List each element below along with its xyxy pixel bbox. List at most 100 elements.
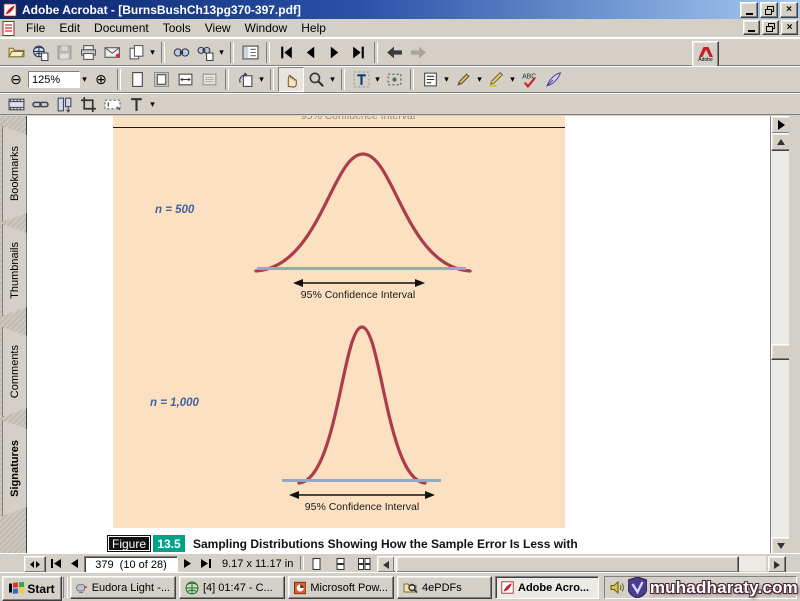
zoom-in-icon: ⊕: [95, 71, 107, 88]
touchup-dropdown-arrow[interactable]: ▾: [148, 99, 157, 110]
menu-view[interactable]: View: [198, 20, 238, 36]
crop-tool-button[interactable]: [76, 93, 100, 116]
page-indicator-box[interactable]: 379 (10 of 28): [84, 556, 178, 573]
pane-splitter-handle[interactable]: [24, 556, 46, 573]
vertical-scrollbar[interactable]: [771, 116, 789, 553]
splitter-arrows-icon: [30, 561, 40, 568]
graphics-select-button[interactable]: [382, 68, 406, 91]
highlight-dropdown-arrow[interactable]: ▾: [508, 74, 517, 85]
horizontal-scroll-thumb[interactable]: [396, 556, 739, 573]
start-button[interactable]: Start: [2, 576, 62, 601]
task-powerpoint[interactable]: Microsoft Pow...: [288, 576, 394, 599]
previous-page-button[interactable]: [298, 41, 322, 64]
touchup-text-button[interactable]: [124, 93, 148, 116]
menu-help[interactable]: Help: [294, 20, 333, 36]
find-button[interactable]: [169, 41, 193, 64]
task-4epdfs[interactable]: 4ePDFs: [397, 576, 492, 599]
fit-in-window-button[interactable]: [149, 68, 173, 91]
open-web-page-button[interactable]: [28, 41, 52, 64]
continuous-layout-button[interactable]: [330, 556, 350, 571]
restore-button[interactable]: [760, 2, 778, 18]
tab-signatures[interactable]: Signatures: [2, 420, 27, 516]
doc-close-button[interactable]: ×: [781, 20, 798, 35]
zoom-out-button[interactable]: ⊖: [4, 68, 28, 91]
tab-thumbnails[interactable]: Thumbnails: [2, 224, 27, 316]
text-select-button[interactable]: [349, 68, 373, 91]
first-page-button[interactable]: [274, 41, 298, 64]
speaker-icon[interactable]: [610, 581, 624, 594]
save-button[interactable]: [52, 41, 76, 64]
spell-check-button[interactable]: ABC: [517, 68, 541, 91]
single-page-layout-button[interactable]: [306, 556, 326, 571]
status-next-page-button[interactable]: [179, 556, 196, 571]
pencil-tool-button[interactable]: [451, 68, 475, 91]
fit-visible-button[interactable]: [197, 68, 221, 91]
digital-signature-button[interactable]: [541, 68, 565, 91]
menu-window[interactable]: Window: [238, 20, 295, 36]
tab-bookmarks[interactable]: Bookmarks: [2, 126, 27, 222]
print-button[interactable]: [76, 41, 100, 64]
continuous-facing-layout-button[interactable]: [354, 556, 374, 571]
doc-restore-button[interactable]: [762, 20, 779, 35]
link-tool-button[interactable]: [28, 93, 52, 116]
scroll-down-button[interactable]: [771, 537, 791, 553]
zoom-tool-button[interactable]: [304, 68, 328, 91]
zoom-dropdown-arrow[interactable]: ▾: [80, 74, 89, 85]
document-pages-button[interactable]: [124, 41, 148, 64]
next-view-button[interactable]: [406, 41, 430, 64]
touchup-text-icon: [128, 96, 145, 113]
pencil-dropdown-arrow[interactable]: ▾: [475, 74, 484, 85]
scroll-up-button[interactable]: [771, 133, 791, 151]
navigation-tab-strip: Bookmarks Thumbnails Comments Signatures: [0, 116, 27, 553]
next-page-button[interactable]: [322, 41, 346, 64]
movie-tool-button[interactable]: [4, 93, 28, 116]
minimize-button[interactable]: [740, 2, 758, 18]
search-button[interactable]: [193, 41, 217, 64]
article-tool-button[interactable]: [52, 93, 76, 116]
adobe-online-button[interactable]: Adobe: [692, 41, 719, 68]
hscroll-right-button[interactable]: [768, 556, 786, 573]
pages-dropdown-arrow[interactable]: ▾: [148, 47, 157, 58]
task-eudora[interactable]: Eudora Light -...: [70, 576, 176, 599]
last-page-button[interactable]: [346, 41, 370, 64]
zoom-tool-dropdown-arrow[interactable]: ▾: [328, 74, 337, 85]
pdf-document-icon[interactable]: [2, 21, 15, 36]
text-select-dropdown-arrow[interactable]: ▾: [373, 74, 382, 85]
hscroll-left-button[interactable]: [377, 556, 395, 573]
open-button[interactable]: [4, 41, 28, 64]
zoom-level-input[interactable]: [28, 71, 80, 88]
close-button[interactable]: ×: [780, 2, 798, 18]
pane-arrow-button[interactable]: [771, 116, 791, 134]
form-tool-button[interactable]: [100, 93, 124, 116]
horizontal-scrollbar[interactable]: [394, 556, 766, 571]
search-dropdown-arrow[interactable]: ▾: [217, 47, 226, 58]
highlight-tool-button[interactable]: [484, 68, 508, 91]
navigation-pane-button[interactable]: [238, 41, 262, 64]
previous-view-button[interactable]: [382, 41, 406, 64]
status-first-page-button[interactable]: [47, 556, 64, 571]
fit-width-button[interactable]: [173, 68, 197, 91]
menu-file[interactable]: File: [19, 20, 52, 36]
menu-tools[interactable]: Tools: [156, 20, 198, 36]
fit-visible-icon: [201, 71, 218, 88]
hand-tool-button[interactable]: [278, 67, 304, 92]
zoom-in-button[interactable]: ⊕: [89, 68, 113, 91]
status-last-page-button[interactable]: [197, 556, 214, 571]
task-chat[interactable]: [4] 01:47 - C...: [179, 576, 285, 599]
doc-minimize-button[interactable]: [743, 20, 760, 35]
task-acrobat[interactable]: Adobe Acro...: [495, 576, 599, 599]
vertical-scroll-thumb[interactable]: [771, 344, 791, 360]
rotate-dropdown-arrow[interactable]: ▾: [257, 74, 266, 85]
status-prev-page-button[interactable]: [65, 556, 82, 571]
rotate-view-button[interactable]: [233, 68, 257, 91]
task-chat-label: [4] 01:47 - C...: [203, 582, 273, 594]
note-dropdown-arrow[interactable]: ▾: [442, 74, 451, 85]
menu-document[interactable]: Document: [87, 20, 156, 36]
actual-size-button[interactable]: [125, 68, 149, 91]
figure-word-badge: Figure: [107, 535, 151, 552]
open-folder-icon: [8, 44, 25, 61]
note-tool-button[interactable]: [418, 68, 442, 91]
menu-edit[interactable]: Edit: [52, 20, 87, 36]
email-button[interactable]: [100, 41, 124, 64]
tab-comments[interactable]: Comments: [2, 327, 27, 417]
